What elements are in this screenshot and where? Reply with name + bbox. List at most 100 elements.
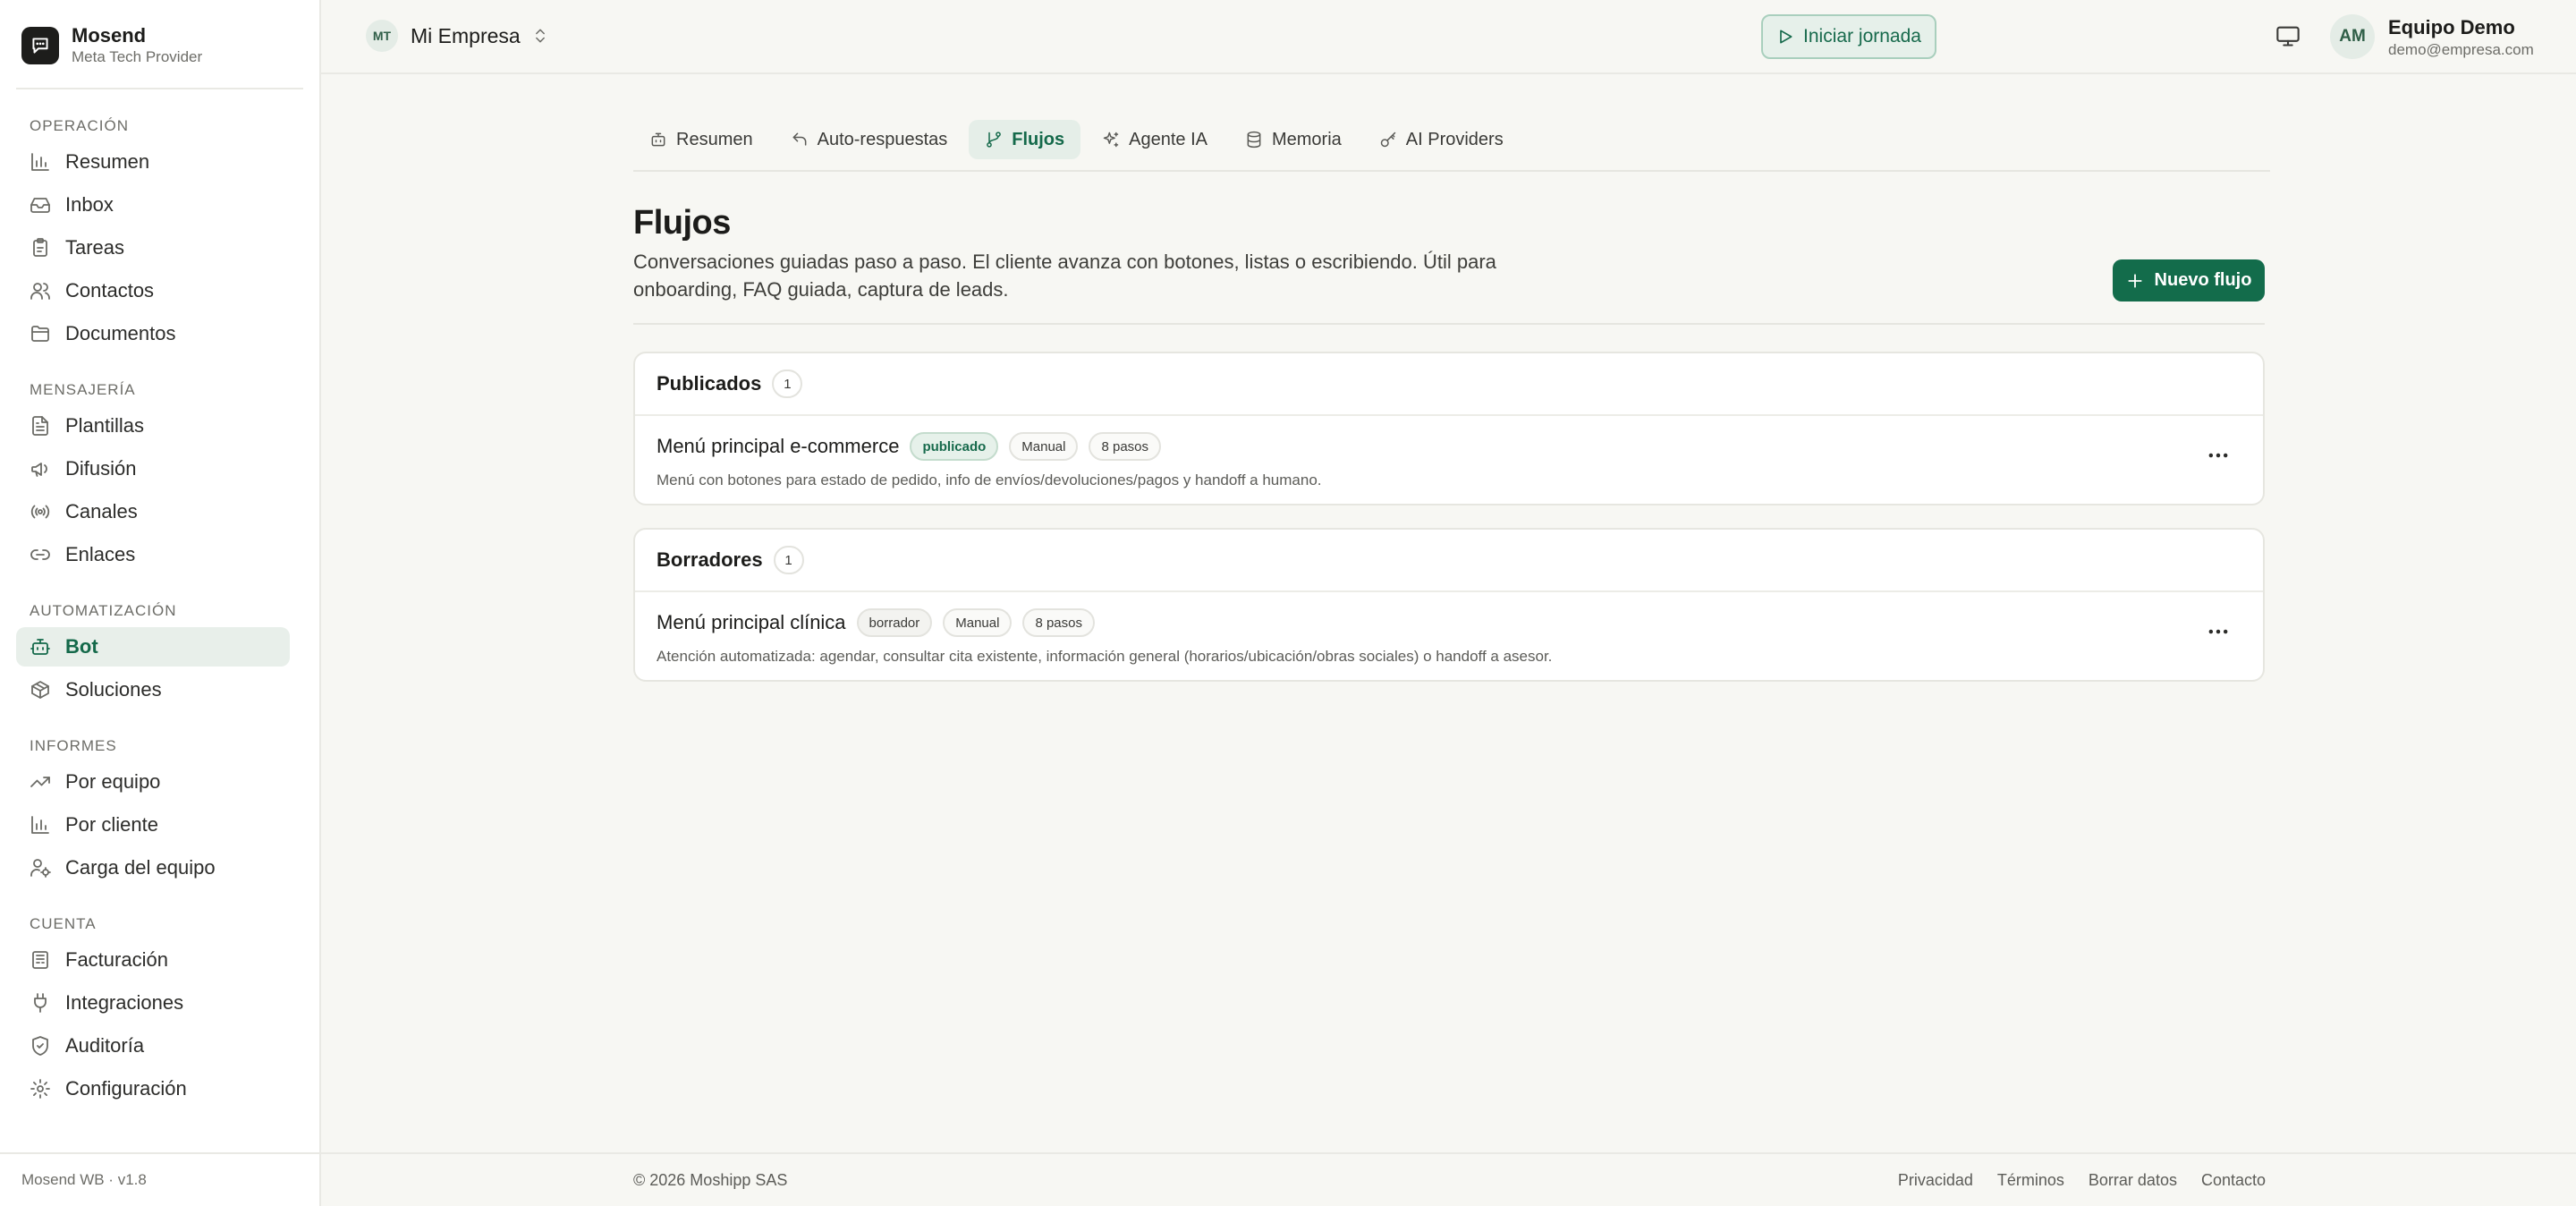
count-badge: 1 bbox=[773, 546, 804, 574]
card-title: Publicados bbox=[657, 372, 762, 395]
sidebar-item-integraciones[interactable]: Integraciones bbox=[16, 983, 290, 1023]
footer-link-contacto[interactable]: Contacto bbox=[2201, 1154, 2266, 1206]
sidebar-item-contactos[interactable]: Contactos bbox=[16, 271, 290, 310]
brand-subtitle: Meta Tech Provider bbox=[72, 48, 203, 65]
sidebar-item-label: Auditoría bbox=[65, 1034, 145, 1057]
tab-label: Flujos bbox=[1012, 129, 1065, 149]
sidebar-item-canales[interactable]: Canales bbox=[16, 492, 290, 531]
database-icon bbox=[1245, 131, 1263, 149]
page-description: Conversaciones guiadas paso a paso. El c… bbox=[633, 251, 1496, 301]
nav-section-title: Operación bbox=[30, 117, 130, 134]
reply-icon bbox=[791, 131, 809, 149]
copyright: © 2026 Moshipp SAS bbox=[633, 1171, 788, 1189]
flow-description: Menú con botones para estado de pedido, … bbox=[657, 471, 1322, 488]
sidebar-item-auditoria[interactable]: Auditoría bbox=[16, 1026, 290, 1066]
workspace-avatar: MT bbox=[366, 20, 398, 52]
start-shift-button[interactable]: Iniciar jornada bbox=[1761, 14, 1936, 59]
sidebar-item-bot[interactable]: Bot bbox=[16, 627, 290, 667]
megaphone-icon bbox=[30, 458, 51, 480]
sidebar-item-por-equipo[interactable]: Por equipo bbox=[16, 762, 290, 802]
sidebar-item-label: Por equipo bbox=[65, 770, 161, 793]
tab-label: Agente IA bbox=[1129, 129, 1208, 149]
trending-up-icon bbox=[30, 771, 51, 793]
sidebar-item-carga-del-equipo[interactable]: Carga del equipo bbox=[16, 848, 290, 888]
topbar: MT Mi Empresa bbox=[321, 0, 2576, 74]
plug-icon bbox=[30, 992, 51, 1014]
flow-row-header: Menú principal clínica borrador Manual 8… bbox=[657, 608, 1106, 637]
folder-icon bbox=[30, 323, 51, 344]
footer-link-privacidad[interactable]: Privacidad bbox=[1898, 1154, 1973, 1206]
sidebar-item-tareas[interactable]: Tareas bbox=[16, 228, 290, 268]
flow-description: Atención automatizada: agendar, consulta… bbox=[657, 648, 1553, 665]
nav-section-title: Automatización bbox=[30, 602, 177, 619]
sidebar-item-label: Inbox bbox=[65, 193, 114, 216]
sidebar-item-label: Difusión bbox=[65, 457, 137, 480]
sidebar-item-inbox[interactable]: Inbox bbox=[16, 185, 290, 225]
new-flow-button[interactable]: Nuevo flujo bbox=[2113, 259, 2265, 302]
tab-ai-providers[interactable]: AI Providers bbox=[1363, 120, 1520, 159]
user-avatar[interactable]: AM bbox=[2330, 14, 2375, 59]
monitor-icon[interactable] bbox=[2275, 23, 2301, 48]
bot-icon bbox=[649, 131, 667, 149]
steps-badge: 8 pasos bbox=[1022, 608, 1095, 637]
tab-resumen[interactable]: Resumen bbox=[633, 120, 769, 159]
sidebar-item-label: Por cliente bbox=[65, 813, 158, 836]
nav-section-operacion: Operación Resumen Inbox Tareas Contactos… bbox=[0, 93, 319, 353]
nav-section-title: Cuenta bbox=[30, 915, 97, 932]
nav-section-automatizacion: Automatización Bot Soluciones bbox=[0, 578, 319, 709]
sidebar-item-difusion[interactable]: Difusión bbox=[16, 449, 290, 488]
start-shift-label: Iniciar jornada bbox=[1803, 26, 1921, 47]
bar-chart-icon bbox=[30, 814, 51, 836]
flow-row[interactable]: Menú principal e-commerce publicado Manu… bbox=[635, 416, 2263, 504]
steps-badge: 8 pasos bbox=[1089, 432, 1162, 461]
user-email: demo@empresa.com bbox=[2388, 41, 2534, 58]
sidebar-item-resumen[interactable]: Resumen bbox=[16, 142, 290, 182]
sidebar-item-label: Plantillas bbox=[65, 414, 145, 437]
tab-auto-respuestas[interactable]: Auto-respuestas bbox=[775, 120, 964, 159]
sidebar-item-label: Tareas bbox=[65, 236, 125, 259]
tab-flujos[interactable]: Flujos bbox=[969, 120, 1081, 159]
published-flows-card: Publicados 1 Menú principal e-commerce p… bbox=[633, 352, 2265, 505]
more-horizontal-icon[interactable] bbox=[2206, 443, 2231, 468]
status-badge: publicado bbox=[910, 432, 999, 461]
sidebar-item-soluciones[interactable]: Soluciones bbox=[16, 670, 290, 709]
page-title: Flujos bbox=[633, 204, 731, 242]
sidebar-item-label: Documentos bbox=[65, 322, 176, 344]
new-flow-label: Nuevo flujo bbox=[2154, 270, 2252, 290]
sidebar-item-label: Facturación bbox=[65, 948, 168, 971]
sidebar-item-enlaces[interactable]: Enlaces bbox=[16, 535, 290, 574]
user-cog-icon bbox=[30, 857, 51, 879]
user-name: Equipo Demo bbox=[2388, 16, 2515, 38]
sparkles-icon bbox=[1102, 131, 1120, 149]
more-horizontal-icon[interactable] bbox=[2206, 619, 2231, 644]
sidebar-item-label: Configuración bbox=[65, 1077, 187, 1100]
footer-link-borrar-datos[interactable]: Borrar datos bbox=[2089, 1154, 2177, 1206]
link-icon bbox=[30, 544, 51, 565]
draft-flows-card: Borradores 1 Menú principal clínica borr… bbox=[633, 528, 2265, 682]
tab-memoria[interactable]: Memoria bbox=[1229, 120, 1358, 159]
package-icon bbox=[30, 679, 51, 701]
sidebar-item-por-cliente[interactable]: Por cliente bbox=[16, 805, 290, 845]
receipt-icon bbox=[30, 949, 51, 971]
tab-agente-ia[interactable]: Agente IA bbox=[1086, 120, 1224, 159]
sidebar: Mosend Meta Tech Provider Operación Resu… bbox=[0, 0, 321, 1206]
sidebar-item-facturacion[interactable]: Facturación bbox=[16, 940, 290, 980]
count-badge: 1 bbox=[772, 369, 803, 398]
sidebar-item-plantillas[interactable]: Plantillas bbox=[16, 406, 290, 446]
sidebar-item-configuracion[interactable]: Configuración bbox=[16, 1069, 290, 1108]
card-title: Borradores bbox=[657, 548, 763, 571]
workspace-switcher[interactable]: MT Mi Empresa bbox=[366, 20, 549, 52]
footer-link-terminos[interactable]: Términos bbox=[1997, 1154, 2064, 1206]
sidebar-item-documentos[interactable]: Documentos bbox=[16, 314, 290, 353]
flow-row[interactable]: Menú principal clínica borrador Manual 8… bbox=[635, 592, 2263, 680]
nav-section-informes: Informes Por equipo Por cliente Carga de… bbox=[0, 713, 319, 888]
tab-label: Auto-respuestas bbox=[817, 129, 948, 149]
sidebar-version: Mosend WB · v1.8 bbox=[0, 1152, 319, 1206]
card-header: Borradores 1 bbox=[635, 530, 2263, 592]
clipboard-icon bbox=[30, 237, 51, 259]
sidebar-item-label: Integraciones bbox=[65, 991, 184, 1014]
brand[interactable]: Mosend Meta Tech Provider bbox=[21, 23, 202, 68]
shield-icon bbox=[30, 1035, 51, 1057]
sidebar-item-label: Contactos bbox=[65, 279, 155, 302]
file-text-icon bbox=[30, 415, 51, 437]
